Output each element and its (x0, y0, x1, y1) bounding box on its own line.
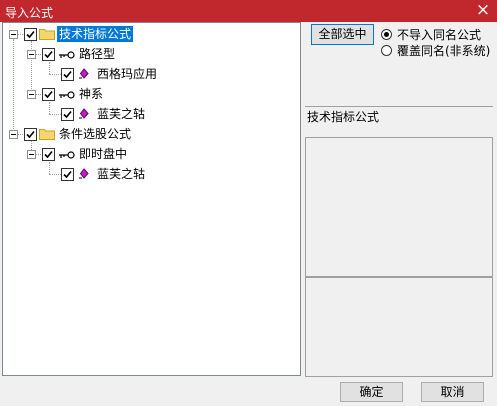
close-icon[interactable]: × (469, 0, 497, 22)
tree-item-lanfu-2[interactable]: 蓝芙之轱 (95, 166, 147, 182)
tree-line (49, 162, 50, 174)
checkbox-technical[interactable] (24, 28, 37, 41)
folder-icon (39, 129, 55, 140)
tree-item-lujing[interactable]: 路径型 (77, 46, 117, 62)
collapse-toggle[interactable] (27, 50, 36, 59)
formula-tree[interactable]: 技术指标公式 路径型 西格玛应用 神系 蓝芙之轱 条件选股公式 即时盘中 蓝芙之… (2, 22, 301, 376)
folder-icon (39, 29, 55, 40)
collapse-toggle[interactable] (9, 130, 18, 139)
collapse-toggle[interactable] (27, 90, 36, 99)
description-panel-top (305, 137, 493, 277)
diamond-icon (79, 168, 89, 179)
collapse-toggle[interactable] (27, 150, 36, 159)
divider (305, 106, 493, 107)
category-label: 技术指标公式 (307, 110, 380, 124)
checkbox-xuangu[interactable] (24, 128, 37, 141)
tree-item-lanfu-1[interactable]: 蓝芙之轱 (95, 106, 147, 122)
checkbox-lujing[interactable] (42, 48, 55, 61)
tree-item-shenxi[interactable]: 神系 (77, 86, 105, 102)
radio-dot[interactable] (381, 28, 392, 40)
key-icon (59, 91, 75, 99)
tree-line (49, 174, 61, 175)
radio-label: 覆盖同名(非系统) (397, 43, 491, 58)
tree-item-technical[interactable]: 技术指标公式 (57, 26, 134, 42)
checkbox-lanfu-2[interactable] (61, 168, 74, 181)
checkbox-xigema[interactable] (61, 68, 74, 81)
tree-line (49, 62, 50, 74)
key-icon (59, 51, 75, 59)
collapse-toggle[interactable] (9, 30, 18, 39)
radio-dot[interactable] (381, 44, 392, 56)
radio-overwrite[interactable]: 覆盖同名(非系统) (381, 42, 490, 58)
select-all-button[interactable]: 全部选中 (311, 24, 374, 45)
tree-item-xigema[interactable]: 西格玛应用 (95, 66, 159, 82)
key-icon (59, 151, 75, 159)
tree-item-xuangu[interactable]: 条件选股公式 (57, 126, 133, 142)
diamond-icon (79, 68, 89, 79)
cancel-button[interactable]: 取消 (421, 382, 484, 402)
ok-button[interactable]: 确定 (340, 382, 403, 402)
tree-line (49, 114, 61, 115)
checkbox-lanfu-1[interactable] (61, 108, 74, 121)
diamond-icon (79, 108, 89, 119)
checkbox-jishi[interactable] (42, 148, 55, 161)
radio-label: 不导入同名公式 (397, 27, 482, 42)
description-panel-bottom (305, 277, 493, 377)
tree-line (13, 39, 14, 133)
checkbox-shenxi[interactable] (42, 88, 55, 101)
tree-item-jishi[interactable]: 即时盘中 (77, 146, 129, 162)
window-title: 导入公式 (5, 6, 54, 20)
tree-line (49, 102, 50, 114)
radio-no-import[interactable]: 不导入同名公式 (381, 26, 481, 42)
tree-line (49, 74, 61, 75)
title-bar: 导入公式 × (0, 0, 497, 22)
